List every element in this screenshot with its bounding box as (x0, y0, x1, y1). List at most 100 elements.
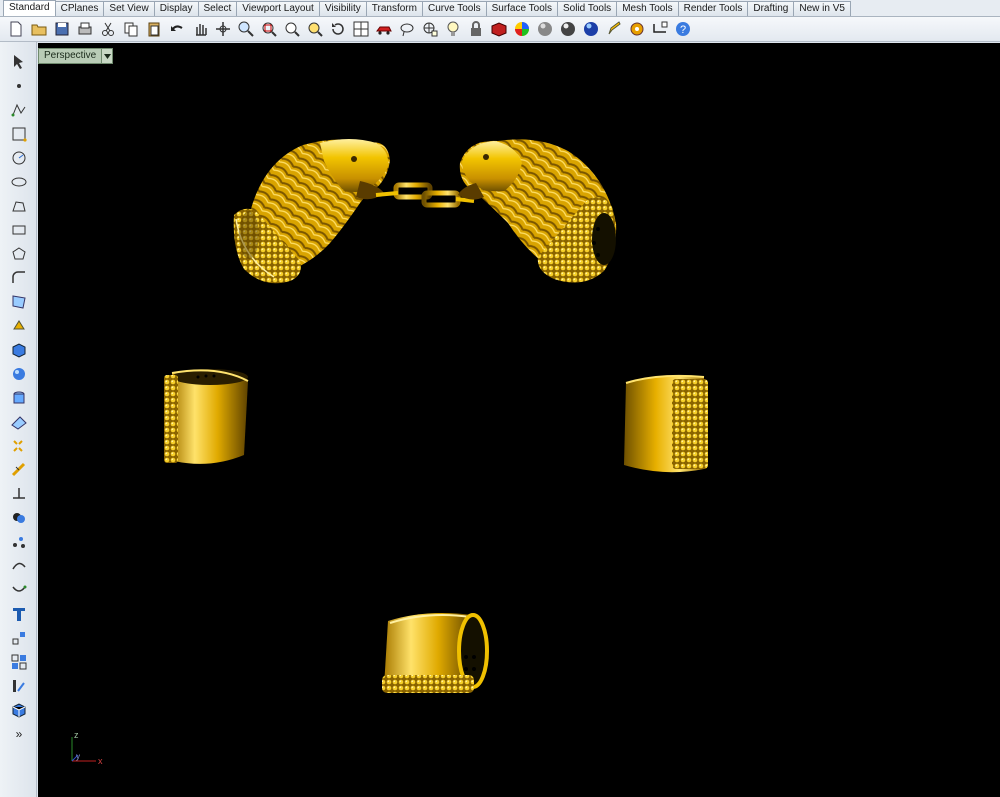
circle-button[interactable] (0, 146, 37, 170)
trim-button[interactable] (0, 458, 37, 482)
copy-button[interactable] (119, 18, 142, 41)
grid-snap-icon (423, 22, 437, 37)
point-icon (16, 84, 21, 88)
fillet-curve-button[interactable] (0, 266, 37, 290)
boolean-icon (12, 513, 25, 523)
points-cluster-button[interactable] (0, 530, 37, 554)
pan-hand-button[interactable] (188, 18, 211, 41)
tab-surface-tools[interactable]: Surface Tools (485, 1, 558, 16)
tab-transform[interactable]: Transform (365, 1, 423, 16)
save-button[interactable] (50, 18, 73, 41)
split-button[interactable] (0, 482, 37, 506)
dimension-icon (652, 21, 667, 33)
help-button[interactable]: ? (671, 18, 694, 41)
sphere-solid-button[interactable] (0, 362, 37, 386)
rotate-view-button[interactable] (326, 18, 349, 41)
tab-render-tools[interactable]: Render Tools (677, 1, 749, 16)
polygon-button[interactable] (0, 242, 37, 266)
tab-standard[interactable]: Standard (3, 0, 56, 16)
sphere-blue-button[interactable] (579, 18, 602, 41)
more-icon: » (15, 727, 22, 741)
gear-settings-button[interactable] (625, 18, 648, 41)
four-viewports-button[interactable] (349, 18, 372, 41)
curve-offset-button[interactable] (0, 554, 37, 578)
sphere-silver-button[interactable] (556, 18, 579, 41)
cylinder-solid-button[interactable] (0, 386, 37, 410)
polygon-curve-button[interactable] (0, 194, 37, 218)
array-button[interactable] (0, 650, 37, 674)
lasso-icon (400, 23, 413, 37)
pan-hand-icon (195, 24, 207, 36)
lion-head-left[interactable] (233, 139, 390, 284)
pencil-options-button[interactable] (602, 18, 625, 41)
circle-icon (12, 151, 25, 165)
cut-button[interactable] (96, 18, 119, 41)
svg-text:?: ? (679, 24, 685, 36)
lion-head-right[interactable] (458, 139, 617, 283)
tab-viewport-layout[interactable]: Viewport Layout (236, 1, 320, 16)
surface-points-button[interactable] (0, 290, 37, 314)
curve-flow-button[interactable] (0, 578, 37, 602)
dimension-button[interactable] (648, 18, 671, 41)
text-icon (12, 608, 25, 621)
new-button[interactable] (4, 18, 27, 41)
mesh-plane-button[interactable] (0, 410, 37, 434)
tab-select[interactable]: Select (197, 1, 238, 16)
lasso-button[interactable] (395, 18, 418, 41)
render-shade-button[interactable] (487, 18, 510, 41)
ring-band-right[interactable] (624, 374, 708, 473)
paste-button[interactable] (142, 18, 165, 41)
cube-button[interactable] (0, 698, 37, 722)
tab-display[interactable]: Display (153, 1, 199, 16)
mesh-plane-icon (10, 416, 27, 430)
tab-curve-tools[interactable]: Curve Tools (421, 1, 487, 16)
viewport-menu-dropdown[interactable] (101, 49, 113, 63)
explode-button[interactable] (0, 434, 37, 458)
transform-button[interactable] (0, 626, 37, 650)
tab-drafting[interactable]: Drafting (747, 1, 795, 16)
viewport-title[interactable]: Perspective (39, 49, 101, 63)
polyline-icon (11, 103, 25, 117)
dimension-bar-button[interactable] (0, 674, 37, 698)
rectangle-button[interactable] (0, 218, 37, 242)
undo-button[interactable] (165, 18, 188, 41)
ring-band-left[interactable] (164, 369, 249, 464)
zoom-extents-button[interactable] (280, 18, 303, 41)
zoom-button[interactable] (234, 18, 257, 41)
polyline-button[interactable] (0, 98, 37, 122)
select-arrow-button[interactable] (0, 50, 37, 74)
boolean-button[interactable] (0, 506, 37, 530)
move-view-button[interactable] (211, 18, 234, 41)
svg-text:»: » (15, 727, 22, 741)
print-button[interactable] (73, 18, 96, 41)
more-button[interactable]: » (0, 722, 37, 746)
tab-visibility[interactable]: Visibility (318, 1, 367, 16)
tab-set-view[interactable]: Set View (103, 1, 155, 16)
tab-new-in-v5[interactable]: New in V5 (793, 1, 851, 16)
curve-control-button[interactable] (0, 122, 37, 146)
light-bulb-button[interactable] (441, 18, 464, 41)
box-solid-button[interactable] (0, 338, 37, 362)
open-button[interactable] (27, 18, 50, 41)
rectangle-icon (12, 225, 25, 235)
ring-band-bottom[interactable] (382, 613, 489, 693)
zoom-extents-icon (285, 22, 300, 37)
color-wheel-button[interactable] (510, 18, 533, 41)
viewport-title-tab[interactable]: Perspective (38, 48, 114, 64)
perspective-viewport[interactable]: Perspective z y x (38, 43, 1000, 797)
axis-x-label: x (98, 756, 103, 766)
tab-solid-tools[interactable]: Solid Tools (557, 1, 618, 16)
ellipse-button[interactable] (0, 170, 37, 194)
grid-snap-button[interactable] (418, 18, 441, 41)
lock-button[interactable] (464, 18, 487, 41)
sphere-gray-button[interactable] (533, 18, 556, 41)
car-render-button[interactable] (372, 18, 395, 41)
zoom-selected-button[interactable] (303, 18, 326, 41)
tab-mesh-tools[interactable]: Mesh Tools (616, 1, 679, 16)
point-button[interactable] (0, 74, 37, 98)
zoom-window-button[interactable] (257, 18, 280, 41)
surface-extrude-button[interactable] (0, 314, 37, 338)
tab-cplanes[interactable]: CPlanes (54, 1, 105, 16)
viewport-scene[interactable] (38, 43, 1000, 797)
text-button[interactable] (0, 602, 37, 626)
